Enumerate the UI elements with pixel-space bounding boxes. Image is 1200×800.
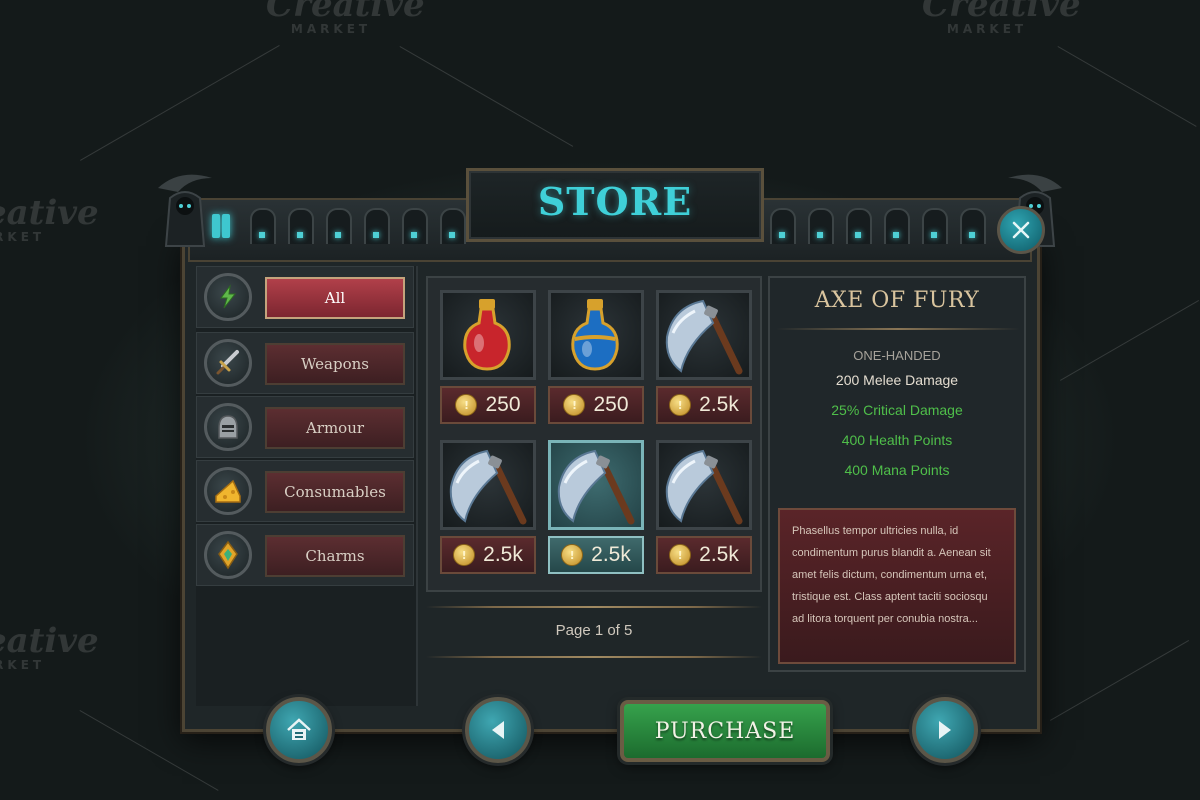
watermark: CreativeMARKET: [0, 621, 99, 672]
category-panel: All Weapons Armour Consumables Charms: [196, 266, 418, 706]
item-price: 250: [593, 393, 629, 416]
previous-page-button[interactable]: [465, 697, 531, 763]
item-slot[interactable]: ! 2.5k: [656, 290, 752, 428]
category-consumables-button[interactable]: Consumables: [265, 471, 405, 513]
stat-line: 25% Critical Damage: [831, 402, 963, 418]
item-slot[interactable]: ! 2.5k: [440, 440, 536, 578]
stat-line: 200 Melee Damage: [835, 372, 959, 388]
ornament-divider: [426, 606, 762, 608]
home-button[interactable]: [266, 697, 332, 763]
cheese-icon: [204, 467, 252, 515]
ornament-divider: [426, 656, 762, 658]
close-icon: [1012, 221, 1030, 239]
stat-line: 400 Mana Points: [844, 462, 950, 478]
next-page-button[interactable]: [912, 697, 978, 763]
category-weapons[interactable]: Weapons: [196, 332, 414, 394]
item-grid: ! 250 ! 250 ! 2.5k ! 2.5k ! 2.5k ! 2.5k: [426, 276, 762, 592]
red-potion-icon: [463, 299, 511, 371]
blue-potion-icon: [571, 299, 619, 371]
page-title: STORE: [537, 179, 693, 224]
purchase-button[interactable]: PURCHASE: [620, 700, 830, 762]
helmet-icon: [204, 403, 252, 451]
coin-icon: !: [561, 544, 584, 566]
stat-line: 400 Health Points: [841, 432, 953, 448]
sword-icon: [204, 339, 252, 387]
category-armour[interactable]: Armour: [196, 396, 414, 458]
arrow-left-icon: [492, 721, 504, 739]
watermark: CreativeMARKET: [266, 0, 425, 36]
lightning-icon: [204, 273, 252, 321]
coin-icon: !: [455, 394, 478, 416]
category-charms-button[interactable]: Charms: [265, 535, 405, 577]
category-all-button[interactable]: All: [265, 277, 405, 319]
coin-icon: !: [563, 394, 586, 416]
category-consumables[interactable]: Consumables: [196, 460, 414, 522]
reaper-ornament-icon: [150, 168, 220, 248]
item-price: 250: [485, 393, 521, 416]
amulet-icon: [204, 531, 252, 579]
category-charms[interactable]: Charms: [196, 524, 414, 586]
item-description: Phasellus tempor ultricies nulla, id con…: [778, 508, 1016, 664]
axe-icon: [557, 449, 635, 525]
item-type: ONE-HANDED: [853, 348, 941, 363]
coin-icon: !: [669, 544, 692, 566]
item-slot[interactable]: ! 250: [548, 290, 644, 428]
home-icon: [287, 718, 311, 740]
axe-icon: [665, 299, 743, 375]
item-name: AXE OF FURY: [814, 288, 980, 313]
category-armour-button[interactable]: Armour: [265, 407, 405, 449]
axe-icon: [665, 449, 743, 525]
arrow-right-icon: [939, 721, 951, 739]
page-indicator: Page 1 of 5: [555, 622, 633, 639]
item-price: 2.5k: [591, 543, 631, 566]
title-plaque: STORE: [466, 168, 764, 242]
item-price: 2.5k: [699, 393, 739, 416]
coin-icon: !: [453, 544, 476, 566]
category-all[interactable]: All: [196, 266, 414, 328]
axe-icon: [449, 449, 527, 525]
pager: Page 1 of 5: [426, 600, 762, 668]
item-slot-selected[interactable]: ! 2.5k: [548, 440, 644, 578]
close-button[interactable]: [997, 206, 1045, 254]
watermark: CreativeMARKET: [0, 193, 99, 244]
item-price: 2.5k: [699, 543, 739, 566]
watermark: CreativeMARKET: [922, 0, 1081, 36]
item-slot[interactable]: ! 2.5k: [656, 440, 752, 578]
item-detail-panel: AXE OF FURY ONE-HANDED 200 Melee Damage …: [768, 276, 1026, 672]
coin-icon: !: [669, 394, 692, 416]
category-weapons-button[interactable]: Weapons: [265, 343, 405, 385]
item-price: 2.5k: [483, 543, 523, 566]
item-slot[interactable]: ! 250: [440, 290, 536, 428]
